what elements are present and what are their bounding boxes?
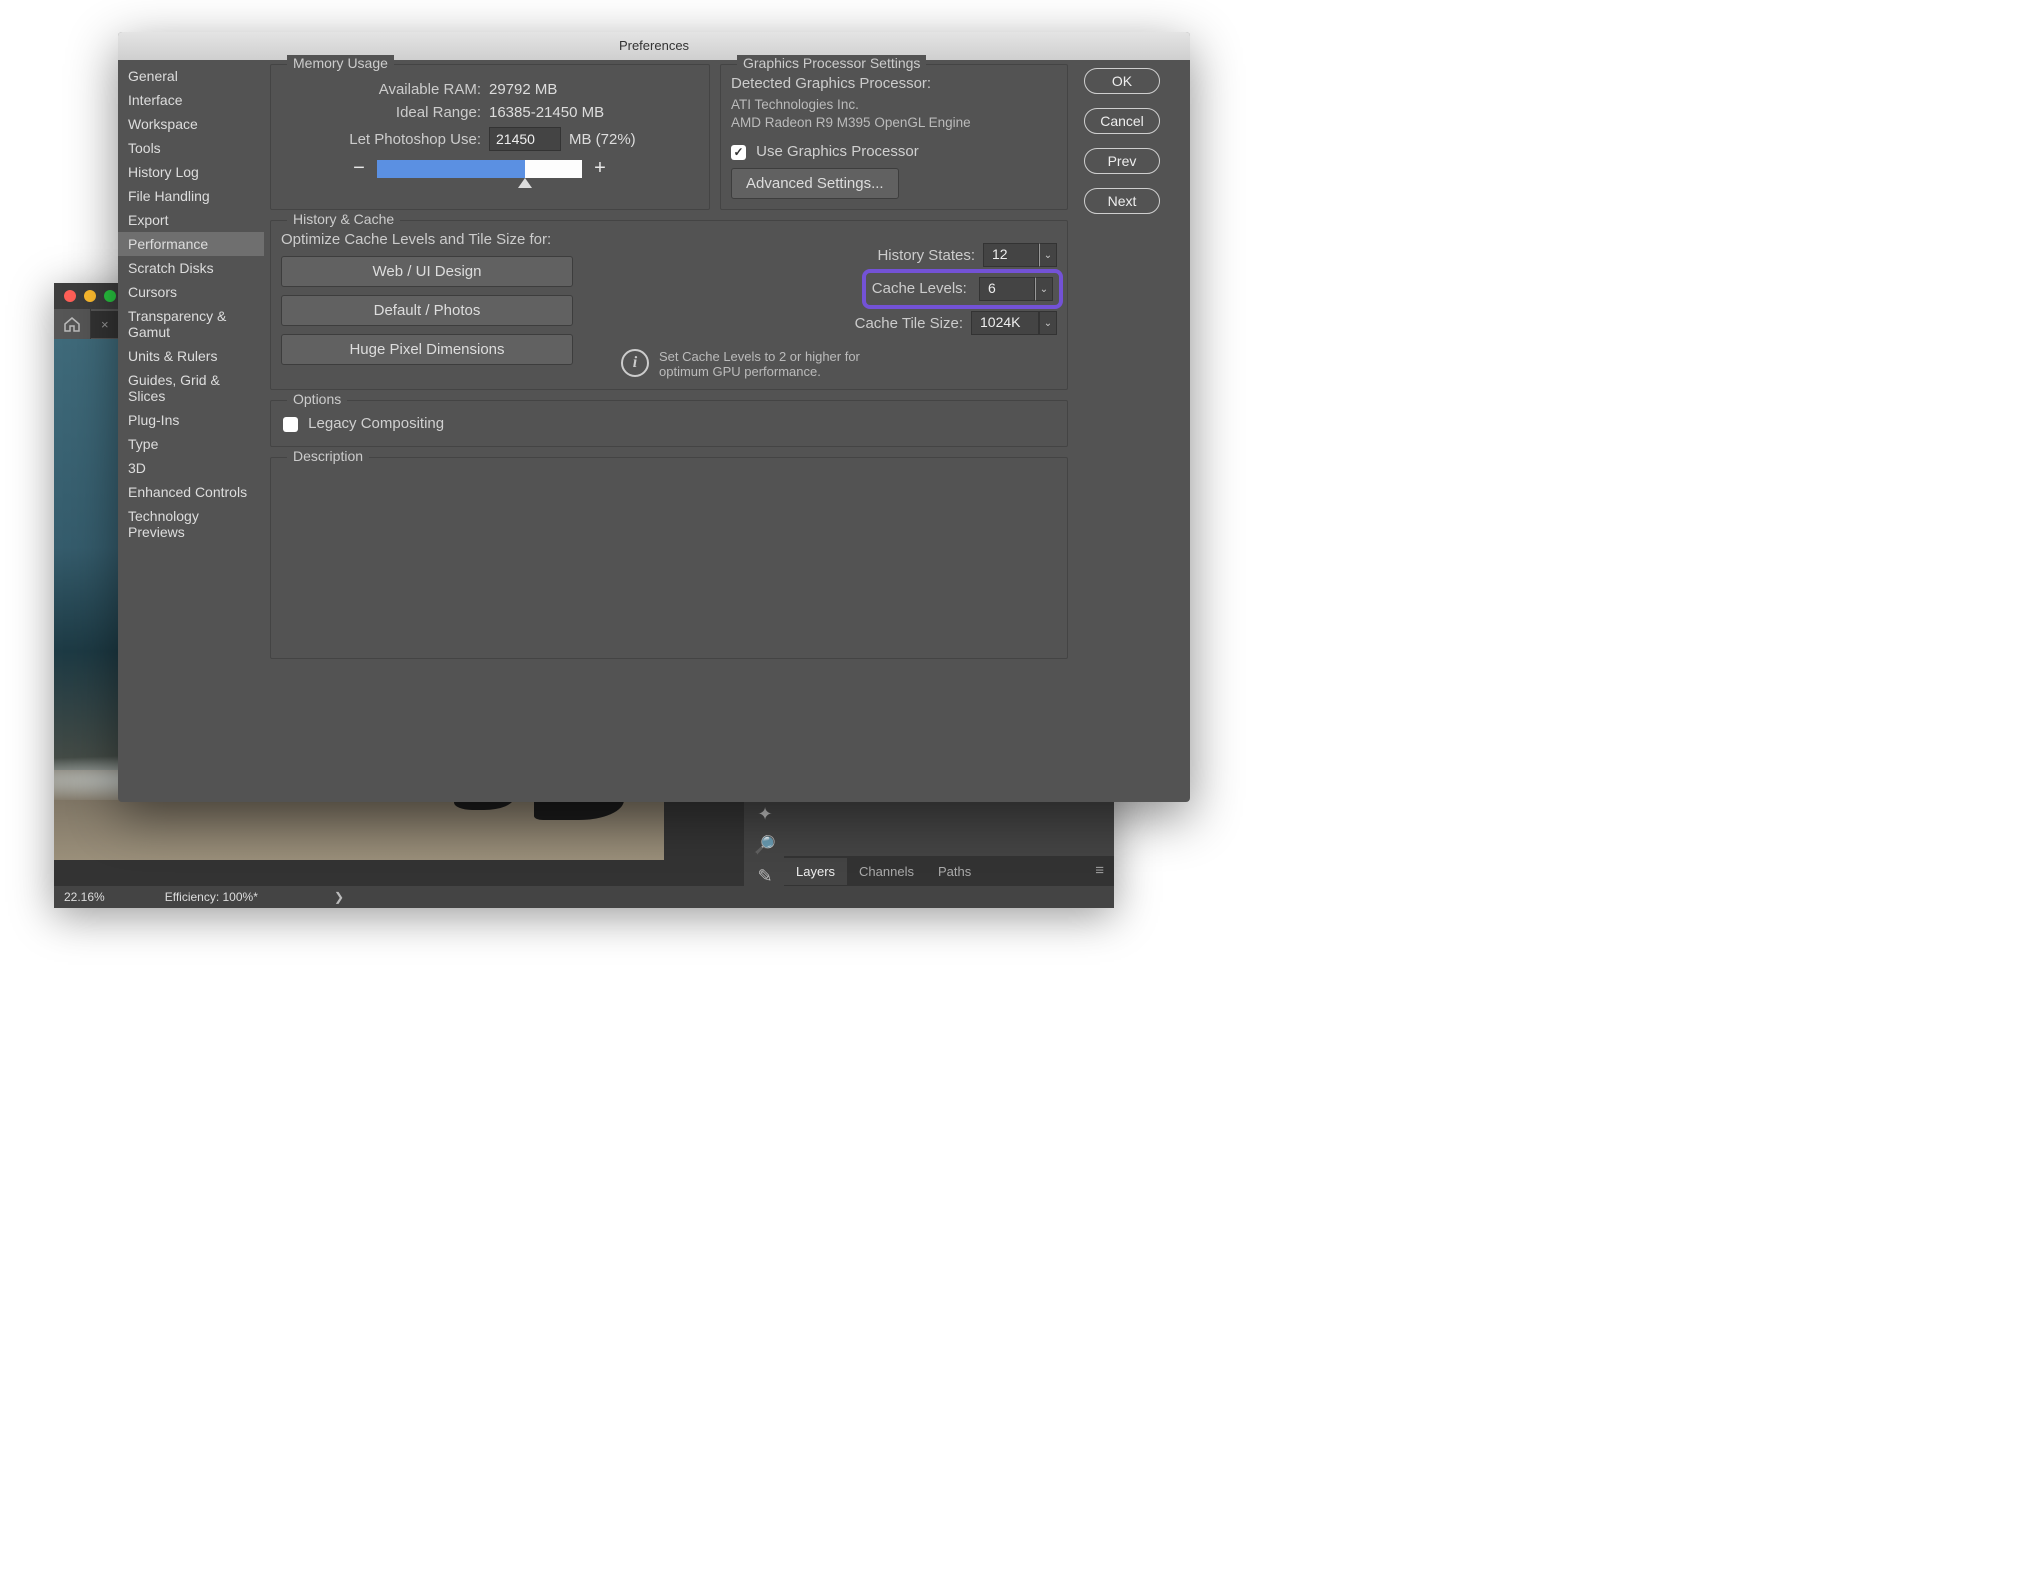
sidebar-item-general[interactable]: General — [118, 64, 264, 88]
slider-thumb-icon[interactable] — [518, 178, 532, 188]
chevron-down-icon[interactable]: ⌄ — [1039, 311, 1057, 335]
sidebar-item-scratch[interactable]: Scratch Disks — [118, 256, 264, 280]
efficiency: Efficiency: 100%* — [165, 890, 258, 904]
history-states-label: History States: — [877, 247, 975, 264]
sidebar-item-interface[interactable]: Interface — [118, 88, 264, 112]
options-legend: Options — [287, 391, 347, 407]
panel-menu-icon[interactable]: ≡ — [1095, 862, 1104, 879]
sidebar-item-workspace[interactable]: Workspace — [118, 112, 264, 136]
preset-default-button[interactable]: Default / Photos — [281, 295, 573, 326]
panel-tab-paths[interactable]: Paths — [926, 858, 983, 885]
advanced-settings-button[interactable]: Advanced Settings... — [731, 168, 899, 199]
history-legend: History & Cache — [287, 211, 400, 227]
history-states-value[interactable]: 12 — [983, 243, 1039, 267]
gpu-model: AMD Radeon R9 M395 OpenGL Engine — [731, 114, 1057, 132]
dialog-buttons: OK Cancel Prev Next — [1074, 60, 1190, 802]
pref-sidebar: General Interface Workspace Tools Histor… — [118, 60, 264, 802]
gpu-detected-label: Detected Graphics Processor: — [731, 75, 1057, 92]
hand-icon[interactable]: ✦ — [750, 799, 780, 830]
available-ram-value: 29792 MB — [489, 81, 557, 98]
zoom-icon[interactable]: 🔎 — [750, 830, 780, 861]
sidebar-item-plugins[interactable]: Plug-Ins — [118, 408, 264, 432]
sidebar-item-export[interactable]: Export — [118, 208, 264, 232]
description-legend: Description — [287, 448, 369, 464]
ideal-range-value: 16385-21450 MB — [489, 104, 604, 121]
panel-tab-layers[interactable]: Layers — [784, 858, 847, 885]
panel-tab-channels[interactable]: Channels — [847, 858, 926, 885]
status-chevron-icon[interactable]: ❯ — [334, 890, 344, 904]
cache-tile-select[interactable]: 1024K ⌄ — [971, 311, 1057, 335]
sidebar-item-tools[interactable]: Tools — [118, 136, 264, 160]
cache-levels-select[interactable]: 6 ⌄ — [979, 277, 1053, 301]
ok-button[interactable]: OK — [1084, 68, 1160, 94]
legacy-compositing-label: Legacy Compositing — [308, 415, 444, 432]
cache-info-text: Set Cache Levels to 2 or higher for opti… — [659, 349, 879, 379]
optimize-label: Optimize Cache Levels and Tile Size for: — [281, 231, 581, 248]
close-dot[interactable] — [64, 290, 76, 302]
sidebar-item-3d[interactable]: 3D — [118, 456, 264, 480]
history-states-select[interactable]: 12 ⌄ — [983, 243, 1057, 267]
legacy-compositing-checkbox[interactable] — [283, 417, 298, 432]
panel-tabs: Layers Channels Paths — [784, 856, 1114, 886]
ps-use-input[interactable] — [489, 127, 561, 151]
preferences-dialog: Preferences General Interface Workspace … — [118, 32, 1190, 802]
cache-tile-label: Cache Tile Size: — [855, 315, 963, 332]
sidebar-item-tech[interactable]: Technology Previews — [118, 504, 264, 544]
zoom-level[interactable]: 22.16% — [64, 890, 105, 904]
gpu-settings-group: Graphics Processor Settings Detected Gra… — [720, 64, 1068, 210]
cancel-button[interactable]: Cancel — [1084, 108, 1160, 134]
gpu-legend: Graphics Processor Settings — [737, 55, 926, 71]
sidebar-item-guides[interactable]: Guides, Grid & Slices — [118, 368, 264, 408]
options-group: Options Legacy Compositing — [270, 400, 1068, 447]
pref-content: Memory Usage Available RAM: 29792 MB Ide… — [264, 60, 1074, 802]
available-ram-label: Available RAM: — [281, 81, 489, 98]
ideal-range-label: Ideal Range: — [281, 104, 489, 121]
sidebar-item-cursors[interactable]: Cursors — [118, 280, 264, 304]
sidebar-item-units[interactable]: Units & Rulers — [118, 344, 264, 368]
use-gpu-label: Use Graphics Processor — [756, 143, 919, 160]
ps-use-suffix: MB (72%) — [569, 131, 636, 148]
cache-tile-value[interactable]: 1024K — [971, 311, 1039, 335]
next-button[interactable]: Next — [1084, 188, 1160, 214]
status-bar: 22.16% Efficiency: 100%* ❯ — [54, 886, 1114, 908]
history-cache-group: History & Cache Optimize Cache Levels an… — [270, 220, 1068, 390]
sidebar-item-performance[interactable]: Performance — [118, 232, 264, 256]
chevron-down-icon[interactable]: ⌄ — [1040, 243, 1057, 267]
slider-minus-icon[interactable]: − — [349, 157, 369, 180]
sidebar-item-filehandling[interactable]: File Handling — [118, 184, 264, 208]
sidebar-item-historylog[interactable]: History Log — [118, 160, 264, 184]
cache-levels-value[interactable]: 6 — [979, 277, 1035, 301]
preset-huge-button[interactable]: Huge Pixel Dimensions — [281, 334, 573, 365]
chevron-down-icon[interactable]: ⌄ — [1036, 277, 1053, 301]
dialog-title: Preferences — [118, 32, 1190, 60]
memory-usage-group: Memory Usage Available RAM: 29792 MB Ide… — [270, 64, 710, 210]
sidebar-item-transparency[interactable]: Transparency & Gamut — [118, 304, 264, 344]
description-group: Description — [270, 457, 1068, 659]
slider-plus-icon[interactable]: + — [590, 157, 610, 180]
preset-web-button[interactable]: Web / UI Design — [281, 256, 573, 287]
cache-levels-highlight: Cache Levels: 6 ⌄ — [868, 275, 1057, 303]
tool-icons: ✦ 🔎 ✎ — [750, 799, 780, 892]
close-tab-icon[interactable]: × — [101, 317, 109, 332]
cache-levels-label: Cache Levels: — [872, 280, 967, 297]
max-dot[interactable] — [104, 290, 116, 302]
gpu-vendor: ATI Technologies Inc. — [731, 96, 1057, 114]
sidebar-item-type[interactable]: Type — [118, 432, 264, 456]
min-dot[interactable] — [84, 290, 96, 302]
home-icon[interactable] — [54, 309, 91, 339]
memory-legend: Memory Usage — [287, 55, 394, 71]
use-gpu-checkbox[interactable] — [731, 145, 746, 160]
prev-button[interactable]: Prev — [1084, 148, 1160, 174]
ps-use-label: Let Photoshop Use: — [281, 131, 489, 148]
info-icon: i — [621, 349, 649, 377]
memory-slider[interactable] — [377, 160, 582, 178]
sidebar-item-enhanced[interactable]: Enhanced Controls — [118, 480, 264, 504]
